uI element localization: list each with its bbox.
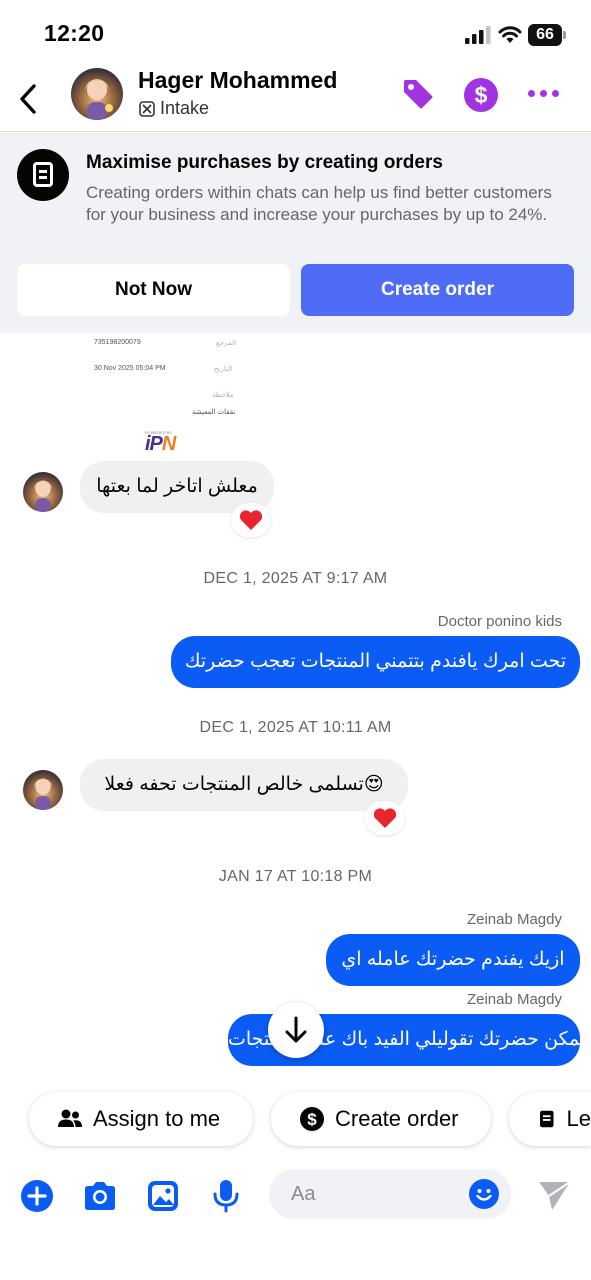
receipt-reference-label: المرجع — [216, 340, 237, 347]
receipt-note-label: ملاحظة — [212, 392, 234, 399]
message-bubble-outgoing[interactable]: تحت امرك يافندم بتتمني المنتجات تعجب حضر… — [171, 636, 580, 688]
not-now-button[interactable]: Not Now — [17, 264, 290, 316]
timestamp: JAN 17 AT 10:18 PM — [218, 868, 373, 885]
document-icon — [540, 1110, 554, 1128]
message-input[interactable]: Aa — [269, 1169, 511, 1219]
tag-icon[interactable] — [400, 76, 436, 112]
gallery-icon[interactable] — [145, 1178, 181, 1214]
chevron-left-icon[interactable] — [14, 82, 44, 116]
heart-icon — [373, 808, 397, 828]
sender-name: Zeinab Magdy — [466, 991, 562, 1008]
home-indicator-area — [0, 1232, 591, 1280]
timestamp: DEC 1, 2025 AT 9:17 AM — [203, 570, 388, 587]
receipt-date-label: التاريخ — [214, 366, 233, 373]
sender-name: Doctor ponino kids — [437, 613, 562, 630]
contact-name[interactable]: Hager Mohammed — [138, 67, 337, 94]
ipn-logo: POWERED BY iPN — [145, 430, 176, 455]
lead-chip[interactable]: Le — [509, 1092, 591, 1146]
chip-label: Le — [566, 1106, 591, 1131]
send-icon[interactable] — [535, 1176, 573, 1214]
arrow-down-icon — [285, 1016, 307, 1043]
dollar-icon[interactable]: $ — [464, 78, 498, 112]
create-order-button[interactable]: Create order — [301, 264, 574, 316]
status-bar: 12:20 66 — [0, 0, 591, 62]
sender-name: Zeinab Magdy — [466, 911, 562, 928]
promo-title: Maximise purchases by creating orders — [86, 152, 443, 173]
battery-level: 66 — [528, 24, 562, 46]
chip-label: Create order — [335, 1106, 459, 1131]
create-order-promo: Maximise purchases by creating orders Cr… — [0, 133, 591, 333]
scroll-to-bottom-button[interactable] — [268, 1002, 324, 1058]
heart-icon — [239, 510, 263, 530]
chat-header: Hager Mohammed Intake $ — [0, 62, 591, 132]
intake-icon — [139, 100, 155, 117]
people-icon — [58, 1109, 82, 1127]
message-bubble-outgoing[interactable]: ازيك يفندم حضرتك عامله اي — [326, 934, 580, 986]
status-time: 12:20 — [44, 20, 105, 46]
chip-label: Assign to me — [93, 1106, 221, 1131]
receipt-reference-value: 735198200079 — [94, 339, 141, 346]
message-input-placeholder: Aa — [291, 1183, 316, 1205]
contact-label[interactable]: Intake — [138, 98, 209, 119]
microphone-icon[interactable] — [208, 1178, 244, 1214]
svg-text:$: $ — [307, 1110, 317, 1129]
wifi-icon — [498, 26, 522, 43]
emoji-icon[interactable] — [469, 1179, 499, 1209]
more-icon[interactable] — [528, 90, 560, 100]
message-bubble-incoming[interactable]: تسلمى خالص المنتجات تحفه فعلا😍 — [80, 759, 408, 811]
timestamp: DEC 1, 2025 AT 10:11 AM — [199, 719, 392, 736]
plus-icon[interactable] — [19, 1178, 55, 1214]
heart-reaction[interactable] — [231, 503, 271, 537]
heart-reaction[interactable] — [365, 801, 405, 835]
assign-to-me-chip[interactable]: Assign to me — [29, 1092, 253, 1146]
message-composer: Aa — [0, 1162, 591, 1232]
order-document-icon — [17, 149, 69, 201]
contact-avatar[interactable] — [71, 68, 123, 120]
dollar-circle-icon: $ — [300, 1107, 324, 1131]
sender-avatar[interactable] — [23, 472, 63, 512]
cellular-signal-icon — [465, 26, 491, 44]
battery-indicator: 66 — [528, 24, 566, 46]
sender-avatar[interactable] — [23, 770, 63, 810]
receipt-date-value: 30 Nov 2025 05:04 PM — [94, 365, 166, 372]
camera-icon[interactable] — [82, 1178, 118, 1214]
promo-body: Creating orders within chats can help us… — [86, 183, 552, 224]
contact-label-text: Intake — [160, 98, 210, 118]
create-order-chip[interactable]: $ Create order — [271, 1092, 491, 1146]
receipt-note-value: نفقات المعيشة — [192, 409, 236, 416]
